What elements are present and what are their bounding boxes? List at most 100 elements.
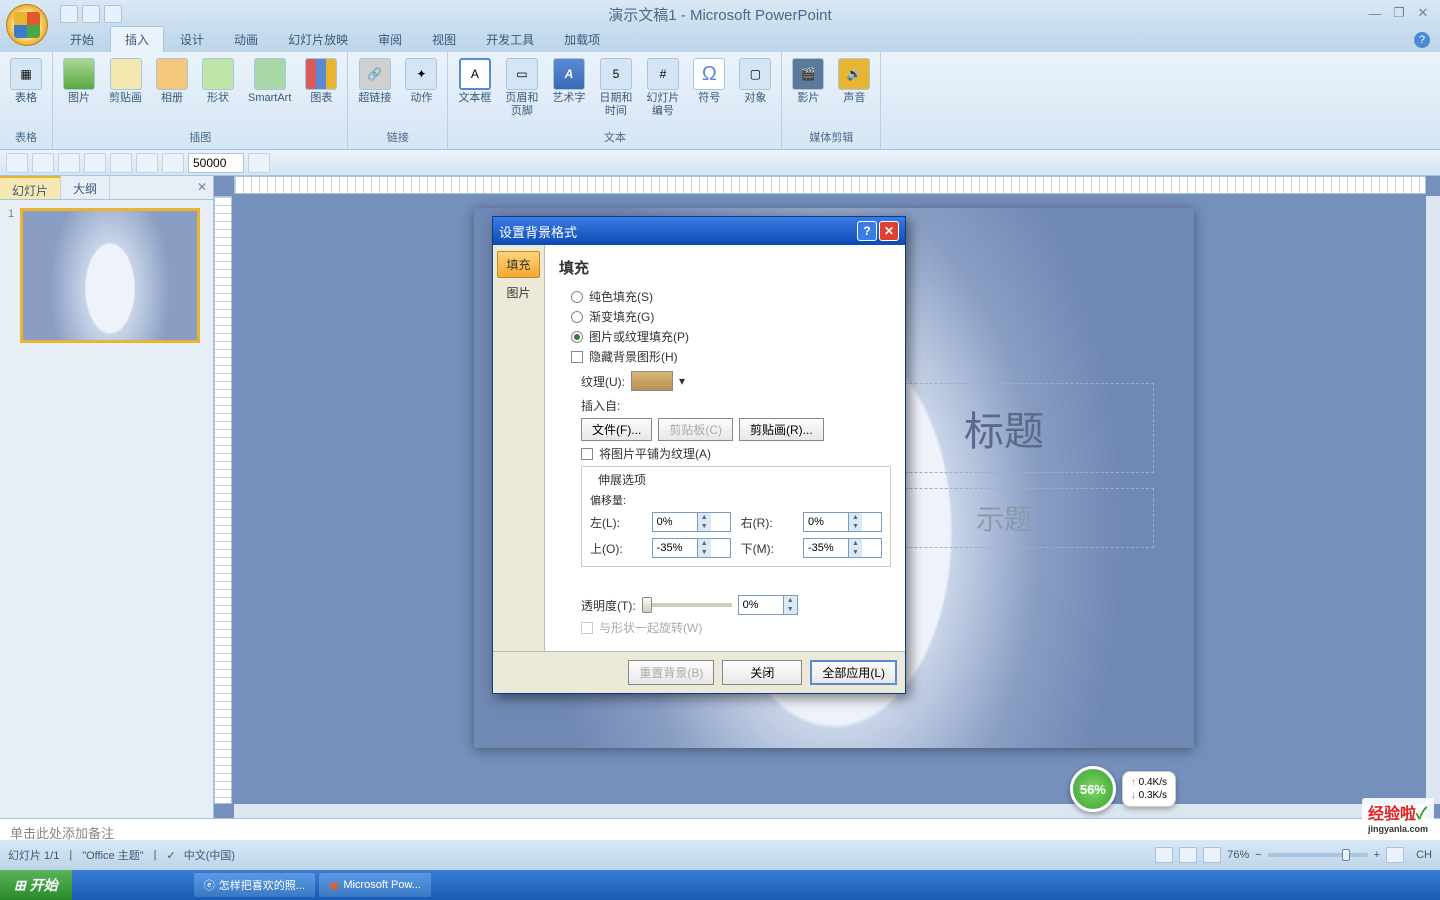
spellcheck-icon[interactable]: ✓ [166, 849, 175, 862]
taskbar-item-browser[interactable]: ⓔ怎样把喜欢的照... [194, 873, 315, 897]
slide-thumbnail-1[interactable] [20, 208, 200, 343]
tool-button-2[interactable] [32, 153, 54, 173]
ime-indicator[interactable]: CH [1416, 849, 1432, 861]
action-button[interactable]: ✦动作 [401, 56, 441, 107]
tool-button-4[interactable] [84, 153, 106, 173]
transparency-spinner[interactable]: ▲▼ [738, 595, 798, 615]
tab-review[interactable]: 审阅 [364, 27, 416, 52]
qat-undo-icon[interactable] [82, 5, 100, 23]
minimize-button[interactable]: — [1364, 4, 1386, 22]
tab-home[interactable]: 开始 [56, 27, 108, 52]
transparency-slider[interactable] [642, 603, 732, 607]
tab-design[interactable]: 设计 [166, 27, 218, 52]
quicklaunch-4[interactable] [146, 875, 166, 895]
secondary-toolbar [0, 150, 1440, 176]
numeric-input[interactable] [188, 153, 244, 173]
dialog-titlebar[interactable]: 设置背景格式 ? ✕ [493, 217, 905, 245]
dialog-close-button[interactable]: ✕ [879, 221, 899, 241]
tab-insert[interactable]: 插入 [110, 26, 164, 52]
offset-bottom-spinner[interactable]: ▲▼ [803, 538, 882, 558]
picture-button[interactable]: 图片 [59, 56, 99, 107]
stretch-options-label: 伸展选项 [594, 471, 650, 488]
tab-animations[interactable]: 动画 [220, 27, 272, 52]
nav-picture[interactable]: 图片 [497, 280, 540, 305]
check-tile-as-texture[interactable]: 将图片平铺为纹理(A) [581, 445, 891, 462]
tool-button-6[interactable] [136, 153, 158, 173]
maximize-button[interactable]: ❐ [1388, 4, 1410, 22]
zoom-out-button[interactable]: − [1255, 849, 1261, 861]
dialog-help-button[interactable]: ? [857, 221, 877, 241]
qat-redo-icon[interactable] [104, 5, 122, 23]
object-icon: ▢ [739, 58, 771, 90]
smartart-button[interactable]: SmartArt [244, 56, 295, 107]
quicklaunch-2[interactable] [98, 875, 118, 895]
shapes-button[interactable]: 形状 [198, 56, 238, 107]
taskbar-item-powerpoint[interactable]: ▣Microsoft Pow... [319, 873, 431, 897]
tool-button-3[interactable] [58, 153, 80, 173]
qat-save-icon[interactable] [60, 5, 78, 23]
wordart-button[interactable]: A艺术字 [548, 56, 589, 107]
file-button[interactable]: 文件(F)... [581, 418, 652, 441]
hyperlink-button[interactable]: 🔗超链接 [354, 56, 395, 107]
tool-dropdown[interactable] [248, 153, 270, 173]
tab-developer[interactable]: 开发工具 [472, 27, 548, 52]
radio-gradient-fill[interactable]: 渐变填充(G) [571, 308, 891, 325]
tab-slideshow[interactable]: 幻灯片放映 [274, 27, 362, 52]
zoom-in-button[interactable]: + [1374, 849, 1380, 861]
quicklaunch-3[interactable] [122, 875, 142, 895]
close-button[interactable]: ✕ [1412, 4, 1434, 22]
close-dialog-button[interactable]: 关闭 [722, 660, 802, 685]
datetime-button[interactable]: 5日期和 时间 [595, 56, 636, 120]
slideshow-view-button[interactable] [1203, 847, 1221, 863]
quicklaunch-1[interactable] [74, 875, 94, 895]
slidenum-button[interactable]: #幻灯片 编号 [642, 56, 683, 120]
stretch-options-fieldset: 伸展选项 偏移量: 左(L): ▲▼ 右(R): ▲▼ 上(O): ▲▼ 下(M… [581, 466, 891, 567]
tool-button-5[interactable] [110, 153, 132, 173]
tab-view[interactable]: 视图 [418, 27, 470, 52]
network-percent-circle: 56% [1070, 766, 1116, 812]
tool-button-7[interactable] [162, 153, 184, 173]
start-button[interactable]: ⊞开始 [0, 870, 72, 900]
check-hide-bg-graphics[interactable]: 隐藏背景图形(H) [571, 348, 891, 365]
radio-picture-texture-fill[interactable]: 图片或纹理填充(P) [571, 328, 891, 345]
sound-button[interactable]: 🔊声音 [834, 56, 874, 107]
apply-all-button[interactable]: 全部应用(L) [810, 660, 897, 685]
sorter-view-button[interactable] [1179, 847, 1197, 863]
fit-window-button[interactable] [1386, 847, 1404, 863]
clipart-button[interactable]: 剪贴画(R)... [739, 418, 824, 441]
horizontal-ruler [234, 176, 1426, 194]
album-button[interactable]: 相册 [152, 56, 192, 107]
tab-addins[interactable]: 加载项 [550, 27, 614, 52]
offset-right-spinner[interactable]: ▲▼ [803, 512, 882, 532]
header-icon: ▭ [506, 58, 538, 90]
clipart-icon [110, 58, 142, 90]
horizontal-scrollbar[interactable] [234, 804, 1426, 818]
vertical-scrollbar[interactable] [1426, 196, 1440, 804]
offset-top-spinner[interactable]: ▲▼ [652, 538, 731, 558]
table-button[interactable]: ▦表格 [6, 56, 46, 107]
dropdown-icon[interactable]: ▾ [679, 374, 685, 388]
symbol-button[interactable]: Ω符号 [689, 56, 729, 107]
nav-fill[interactable]: 填充 [497, 251, 540, 278]
help-icon[interactable]: ? [1414, 32, 1430, 48]
clipart-button[interactable]: 剪贴画 [105, 56, 146, 107]
header-button[interactable]: ▭页眉和 页脚 [501, 56, 542, 120]
textbox-button[interactable]: A文本框 [454, 56, 495, 107]
tool-button-1[interactable] [6, 153, 28, 173]
zoom-slider[interactable] [1268, 853, 1368, 857]
office-button[interactable] [6, 4, 48, 46]
texture-picker[interactable] [631, 371, 673, 391]
chart-button[interactable]: 图表 [301, 56, 341, 107]
object-button[interactable]: ▢对象 [735, 56, 775, 107]
radio-solid-fill[interactable]: 纯色填充(S) [571, 288, 891, 305]
panel-close-icon[interactable]: ✕ [197, 180, 207, 194]
panel-tab-outline[interactable]: 大纲 [61, 176, 110, 199]
panel-tab-slides[interactable]: 幻灯片 [0, 176, 61, 199]
zoom-percent[interactable]: 76% [1227, 849, 1249, 861]
movie-button[interactable]: 🎬影片 [788, 56, 828, 107]
normal-view-button[interactable] [1155, 847, 1173, 863]
network-widget[interactable]: 56% 0.4K/s 0.3K/s [1070, 766, 1176, 812]
offset-left-spinner[interactable]: ▲▼ [652, 512, 731, 532]
quicklaunch-5[interactable] [170, 875, 190, 895]
status-language[interactable]: 中文(中国) [184, 847, 235, 863]
